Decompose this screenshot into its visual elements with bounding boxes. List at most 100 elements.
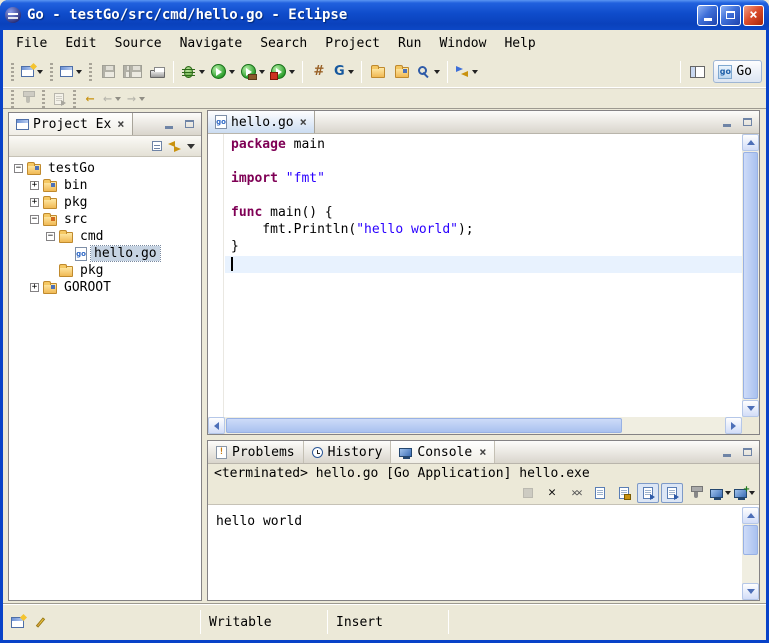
display-selected-console-button[interactable] (709, 483, 731, 503)
collapse-expander[interactable]: − (14, 164, 23, 173)
save-all-button[interactable] (120, 60, 145, 84)
go-element-button[interactable]: G (331, 60, 357, 84)
expand-expander[interactable]: + (30, 283, 39, 292)
titlebar[interactable]: Go - testGo/src/cmd/hello.go - Eclipse × (0, 0, 769, 30)
menu-edit[interactable]: Edit (56, 33, 105, 54)
save-button[interactable] (96, 60, 120, 84)
next-annotation-button[interactable] (49, 89, 69, 109)
scroll-lock-button[interactable] (613, 483, 635, 503)
close-icon[interactable]: × (479, 447, 486, 457)
maximize-view-button[interactable] (180, 116, 198, 132)
tree-item-pkg-src[interactable]: pkg (9, 262, 201, 279)
menu-source[interactable]: Source (106, 33, 171, 54)
tree-item-goroot[interactable]: + GOROOT (9, 279, 201, 296)
scroll-right-button[interactable] (725, 417, 742, 434)
tree-item-pkg[interactable]: + pkg (9, 194, 201, 211)
last-edit-location-button[interactable]: ← (80, 89, 100, 109)
show-console-on-output-button[interactable] (637, 483, 659, 503)
collapse-expander[interactable]: − (46, 232, 55, 241)
run-history-button[interactable] (238, 60, 268, 84)
open-resource-button[interactable] (390, 60, 414, 84)
forward-button[interactable]: → (124, 89, 148, 109)
minimize-console-button[interactable] (718, 444, 736, 460)
console-vertical-scrollbar[interactable] (742, 507, 759, 600)
edit-icon[interactable] (36, 617, 45, 627)
toolbar-grip[interactable] (89, 63, 92, 81)
minimize-button[interactable] (697, 5, 718, 26)
tree-item-testgo[interactable]: − testGo (9, 160, 201, 177)
go-package-button[interactable]: # (307, 60, 331, 84)
open-perspective-button[interactable] (685, 60, 709, 84)
scrollbar-thumb[interactable] (226, 418, 622, 433)
tab-history[interactable]: History (304, 441, 392, 463)
editor-horizontal-scrollbar[interactable] (208, 417, 742, 434)
annotation-ruler[interactable] (208, 134, 224, 417)
scroll-up-button[interactable] (742, 507, 759, 524)
close-button[interactable]: × (743, 5, 764, 26)
menu-file[interactable]: File (7, 33, 56, 54)
toolbar-grip[interactable] (11, 90, 14, 108)
maximize-editor-button[interactable] (738, 114, 756, 130)
scroll-down-button[interactable] (742, 583, 759, 600)
scroll-down-button[interactable] (742, 400, 759, 417)
editor-vertical-scrollbar[interactable] (742, 134, 759, 417)
external-tools-button[interactable] (268, 60, 298, 84)
menu-project[interactable]: Project (316, 33, 389, 54)
tab-hello-go[interactable]: hello.go × (208, 111, 315, 133)
collapse-all-button[interactable] (152, 141, 162, 151)
expand-expander[interactable]: + (30, 198, 39, 207)
tab-project-explorer[interactable]: Project Ex × (9, 113, 133, 135)
link-with-editor-button[interactable] (168, 141, 181, 152)
console-output-area[interactable]: hello world (208, 507, 759, 600)
view-menu-button[interactable] (187, 144, 195, 149)
terminate-button[interactable] (517, 483, 539, 503)
menu-search[interactable]: Search (251, 33, 316, 54)
expand-expander[interactable]: + (30, 181, 39, 190)
code-area[interactable]: package main import "fmt" func main() { … (225, 134, 742, 417)
tree-item-hello-go[interactable]: hello.go (9, 245, 201, 262)
minimize-view-button[interactable] (160, 116, 178, 132)
scrollbar-thumb[interactable] (743, 525, 758, 555)
maximize-button[interactable] (720, 5, 741, 26)
collapse-expander[interactable]: − (30, 215, 39, 224)
tree-item-cmd[interactable]: − cmd (9, 228, 201, 245)
fast-view-icon[interactable] (11, 617, 24, 628)
print-button[interactable] (145, 60, 169, 84)
scroll-up-button[interactable] (742, 134, 759, 151)
menu-navigate[interactable]: Navigate (171, 33, 252, 54)
new-go-element-button[interactable] (57, 60, 85, 84)
pin-console-button[interactable] (685, 483, 707, 503)
menu-help[interactable]: Help (495, 33, 544, 54)
toolbar-grip[interactable] (73, 90, 76, 108)
toolbar-grip[interactable] (11, 63, 14, 81)
show-console-on-error-button[interactable] (661, 483, 683, 503)
pin-editor-button[interactable] (18, 89, 38, 109)
open-console-button[interactable] (733, 483, 755, 503)
menu-window[interactable]: Window (430, 33, 495, 54)
menu-run[interactable]: Run (389, 33, 430, 54)
go-perspective-button[interactable]: Go (713, 60, 762, 83)
minimize-editor-button[interactable] (718, 114, 736, 130)
tab-problems[interactable]: Problems (208, 441, 304, 463)
remove-all-launches-button[interactable]: ✕✕ (565, 483, 587, 503)
scroll-left-button[interactable] (208, 417, 225, 434)
team-sync-button[interactable] (452, 60, 481, 84)
run-button[interactable] (208, 60, 238, 84)
remove-launch-button[interactable]: ✕ (541, 483, 563, 503)
search-button[interactable] (414, 60, 443, 84)
toolbar-grip[interactable] (42, 90, 45, 108)
maximize-console-button[interactable] (738, 444, 756, 460)
close-icon[interactable]: × (117, 119, 124, 129)
new-wizard-button[interactable] (18, 60, 46, 84)
open-folder-button[interactable] (366, 60, 390, 84)
close-icon[interactable]: × (300, 117, 307, 127)
tab-console[interactable]: Console × (391, 441, 495, 463)
debug-button[interactable] (178, 60, 208, 84)
clear-console-button[interactable] (589, 483, 611, 503)
scrollbar-thumb[interactable] (743, 152, 758, 399)
back-button[interactable]: ← (100, 89, 124, 109)
tree-item-bin[interactable]: + bin (9, 177, 201, 194)
print-icon (150, 70, 165, 78)
toolbar-grip[interactable] (50, 63, 53, 81)
tree-item-src[interactable]: − src (9, 211, 201, 228)
